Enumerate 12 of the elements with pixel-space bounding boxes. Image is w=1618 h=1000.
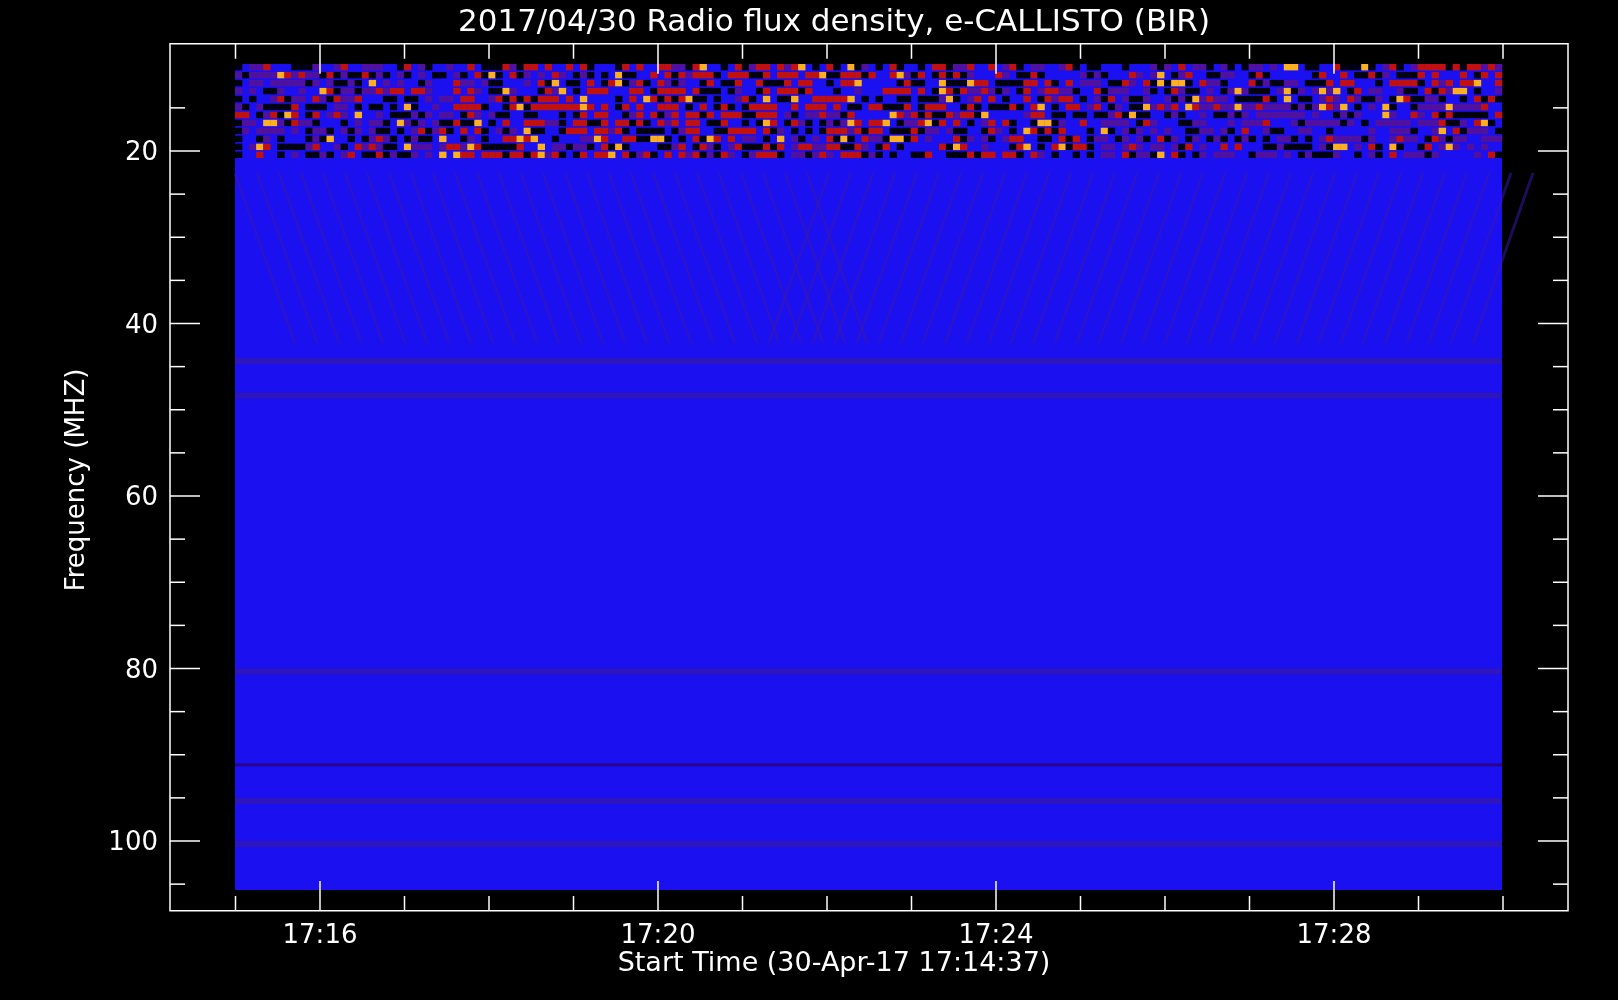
chart-title: 2017/04/30 Radio flux density, e-CALLISTO (BIR) [456, 1, 1210, 40]
y-tick-label: 60 [124, 481, 158, 511]
y-axis-label: Frequency (MHZ) [60, 368, 90, 592]
x-tick-label: 17:20 [620, 919, 696, 949]
x-tick-label: 17:28 [1296, 919, 1372, 949]
y-tick-label: 20 [124, 136, 158, 166]
y-tick-label: 80 [124, 653, 158, 684]
x-tick-label: 17:16 [282, 919, 358, 949]
x-tick-label: 17:24 [958, 919, 1034, 949]
y-tick-label: 40 [124, 308, 158, 339]
y-tick-label: 100 [108, 826, 158, 856]
x-axis-label: Start Time (30-Apr-17 17:14:37) [616, 947, 1051, 977]
